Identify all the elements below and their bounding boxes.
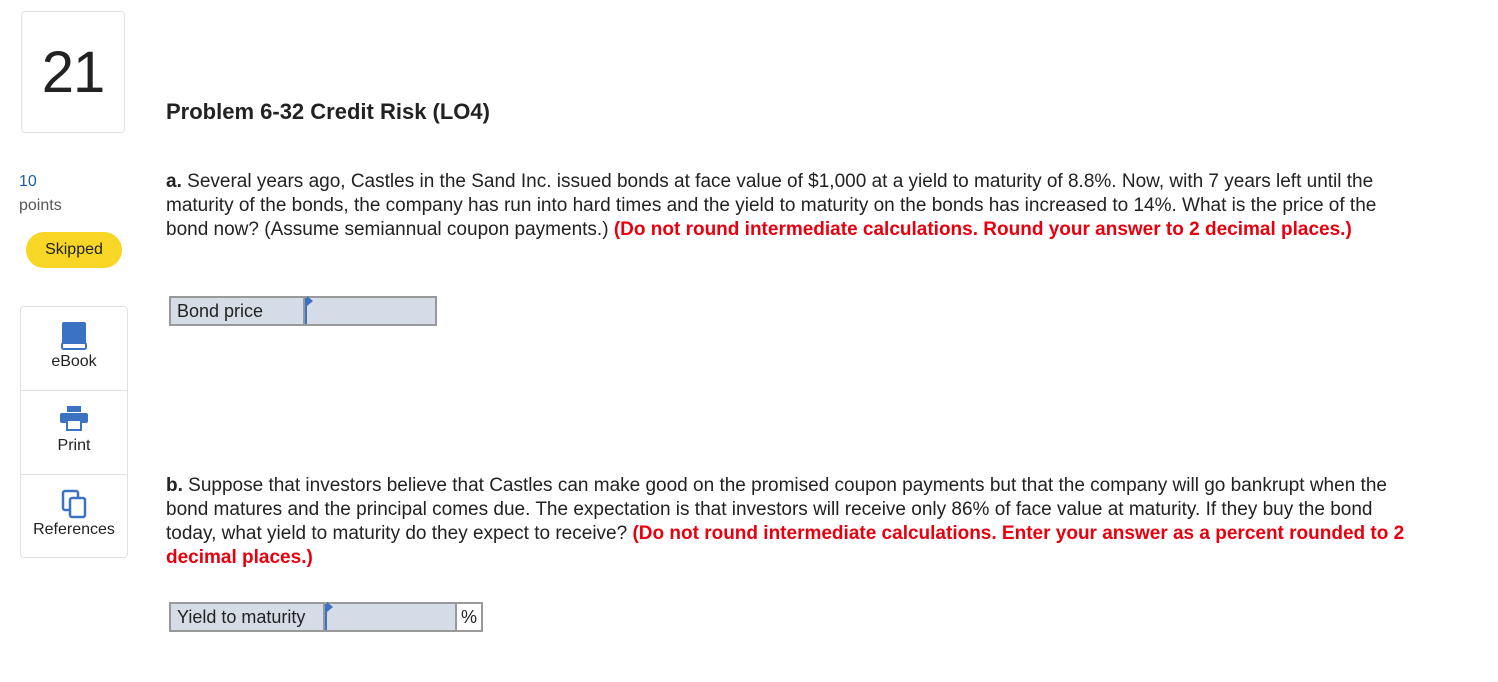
bond-price-answer-row: Bond price (169, 296, 437, 326)
printer-icon (21, 405, 127, 435)
ebook-button[interactable]: eBook (21, 307, 127, 391)
part-a-instruction: (Do not round intermediate calculations.… (613, 219, 1352, 240)
references-label: References (33, 521, 115, 538)
status-badge: Skipped (26, 232, 122, 268)
copy-documents-icon (21, 489, 127, 519)
question-number: 21 (21, 11, 125, 133)
yield-input[interactable] (325, 602, 457, 630)
bond-price-label: Bond price (171, 298, 305, 324)
ebook-label: eBook (51, 353, 97, 370)
part-b-question: b. Suppose that investors believe that C… (166, 474, 1416, 570)
input-flag-icon (307, 296, 313, 306)
percent-unit: % (457, 604, 483, 630)
problem-title: Problem 6-32 Credit Risk (LO4) (166, 99, 490, 124)
yield-answer-row: Yield to maturity % (169, 602, 483, 632)
yield-label: Yield to maturity (171, 604, 325, 630)
points-label: points (19, 197, 62, 214)
points-value: 10 (19, 173, 37, 190)
print-button[interactable]: Print (21, 391, 127, 475)
references-button[interactable]: References (21, 475, 127, 558)
part-b-letter: b. (166, 475, 183, 496)
book-icon (21, 321, 127, 351)
part-a-letter: a. (166, 171, 182, 192)
tools-panel: eBook Print References (20, 306, 128, 558)
print-label: Print (57, 437, 91, 454)
bond-price-input[interactable] (305, 296, 437, 324)
input-flag-icon (327, 602, 333, 612)
part-a-question: a. Several years ago, Castles in the San… (166, 170, 1416, 242)
